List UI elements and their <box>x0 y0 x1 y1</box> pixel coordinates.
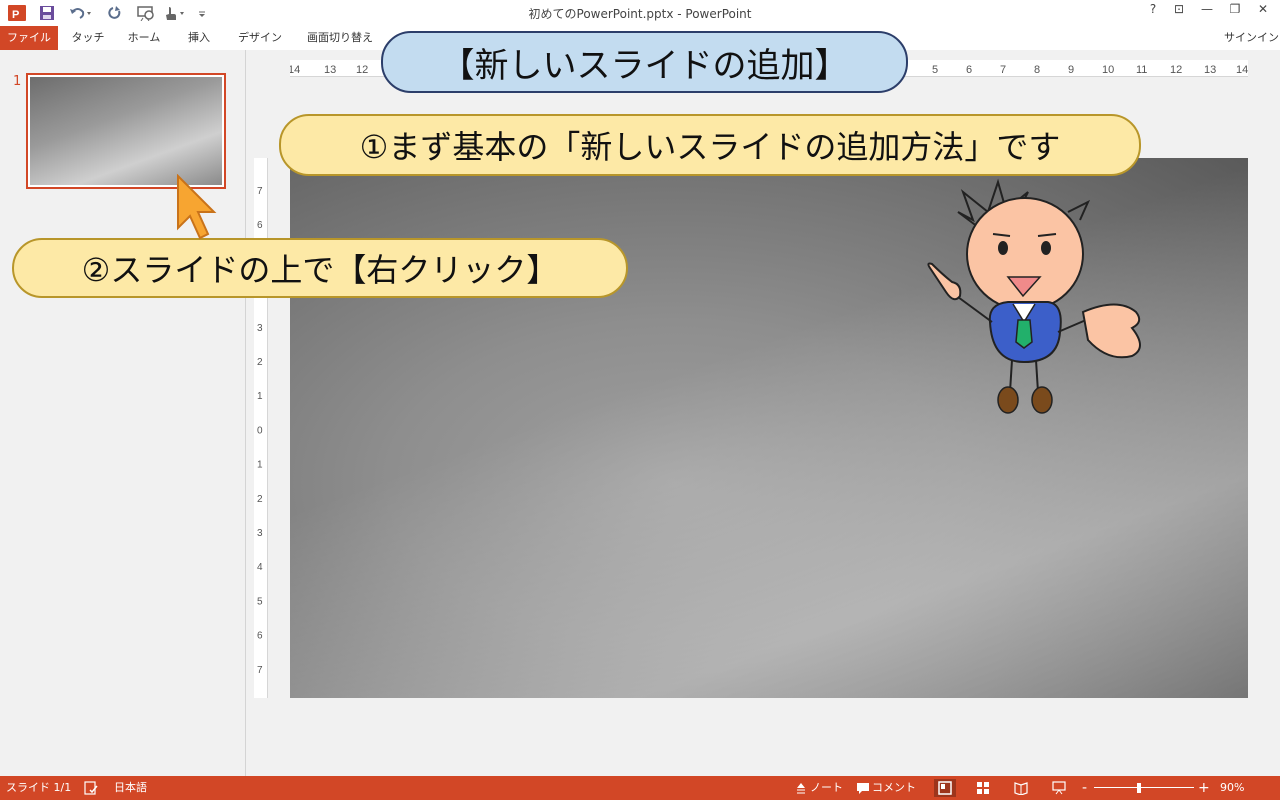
reading-view-icon[interactable] <box>1012 779 1030 797</box>
minimize-button[interactable]: — <box>1194 2 1220 22</box>
notes-button[interactable]: ノート <box>810 776 843 800</box>
horizontal-ruler-label: 14 <box>290 64 300 76</box>
vertical-ruler-label: 5 <box>257 596 263 607</box>
mouse-cursor-icon <box>177 174 217 240</box>
mascot-illustration <box>927 178 1141 414</box>
zoom-in-button[interactable]: + <box>1198 776 1210 800</box>
horizontal-ruler-label: 13 <box>1204 64 1216 76</box>
language-indicator[interactable]: 日本語 <box>114 776 147 800</box>
comments-button[interactable]: コメント <box>872 776 916 800</box>
horizontal-ruler-label: 12 <box>356 64 368 76</box>
tab-insert[interactable]: 挿入 <box>176 26 222 50</box>
step1-callout: ①まず基本の「新しいスライドの追加方法」です <box>279 114 1141 176</box>
vertical-ruler-label: 2 <box>257 357 263 368</box>
vertical-ruler-label: 6 <box>257 220 263 231</box>
horizontal-ruler-label: 8 <box>1034 64 1040 76</box>
slideshow-icon[interactable] <box>1050 779 1068 797</box>
vertical-ruler-label: 1 <box>257 460 263 471</box>
vertical-ruler-label: 3 <box>257 528 263 539</box>
horizontal-ruler-label: 14 <box>1236 64 1248 76</box>
tab-transitions[interactable]: 画面切り替え <box>300 26 380 50</box>
window-title: 初めてのPowerPoint.pptx - PowerPoint <box>528 7 752 21</box>
title-bar: P 初めてのPowerPoint.pptx - PowerPoint ? ⊡ —… <box>0 0 1280 26</box>
spell-check-icon[interactable] <box>82 779 100 797</box>
vertical-ruler-label: 0 <box>257 425 263 436</box>
tab-design[interactable]: デザイン <box>228 26 292 50</box>
vertical-ruler-label: 6 <box>257 631 263 642</box>
slide-thumbnail-pane: 1 <box>0 50 246 776</box>
close-button[interactable]: ✕ <box>1250 2 1276 22</box>
zoom-percent[interactable]: 90% <box>1220 776 1244 800</box>
normal-view-icon[interactable] <box>934 779 956 797</box>
horizontal-ruler-label: 9 <box>1068 64 1074 76</box>
tab-file[interactable]: ファイル <box>0 26 58 50</box>
horizontal-ruler-label: 12 <box>1170 64 1182 76</box>
slide-thumbnail[interactable] <box>26 73 226 189</box>
title-callout: 【新しいスライドの追加】 <box>381 31 908 93</box>
horizontal-ruler-label: 13 <box>324 64 336 76</box>
tab-touch[interactable]: タッチ <box>62 26 114 50</box>
zoom-slider-track[interactable] <box>1094 787 1194 788</box>
signin-link[interactable]: サインイン <box>1224 26 1280 50</box>
restore-button[interactable]: ❐ <box>1222 2 1248 22</box>
slide-thumbnail-preview <box>30 77 222 185</box>
zoom-slider-thumb[interactable] <box>1137 783 1141 793</box>
horizontal-ruler-label: 5 <box>932 64 938 76</box>
zoom-out-button[interactable]: - <box>1082 776 1087 800</box>
status-bar: スライド 1/1 日本語 ノート コメント - + 90% <box>0 776 1280 800</box>
vertical-ruler-label: 7 <box>257 665 263 676</box>
horizontal-ruler-label: 6 <box>966 64 972 76</box>
tab-home[interactable]: ホーム <box>118 26 170 50</box>
vertical-ruler-label: 4 <box>257 562 263 573</box>
vertical-ruler-label: 1 <box>257 391 263 402</box>
thumbnail-number: 1 <box>13 74 22 89</box>
horizontal-ruler-label: 7 <box>1000 64 1006 76</box>
ribbon-display-options-button[interactable]: ⊡ <box>1166 2 1192 22</box>
horizontal-ruler-label: 10 <box>1102 64 1114 76</box>
vertical-ruler-label: 7 <box>257 186 263 197</box>
horizontal-ruler-label: 11 <box>1136 64 1147 76</box>
step2-callout: ②スライドの上で【右クリック】 <box>12 238 628 298</box>
comments-icon <box>854 779 872 797</box>
slide-sorter-icon[interactable] <box>974 779 992 797</box>
vertical-ruler-label: 3 <box>257 323 263 334</box>
slide-count: スライド 1/1 <box>6 781 72 794</box>
vertical-ruler-label: 2 <box>257 494 263 505</box>
help-button[interactable]: ? <box>1140 2 1166 22</box>
notes-icon <box>792 779 810 797</box>
